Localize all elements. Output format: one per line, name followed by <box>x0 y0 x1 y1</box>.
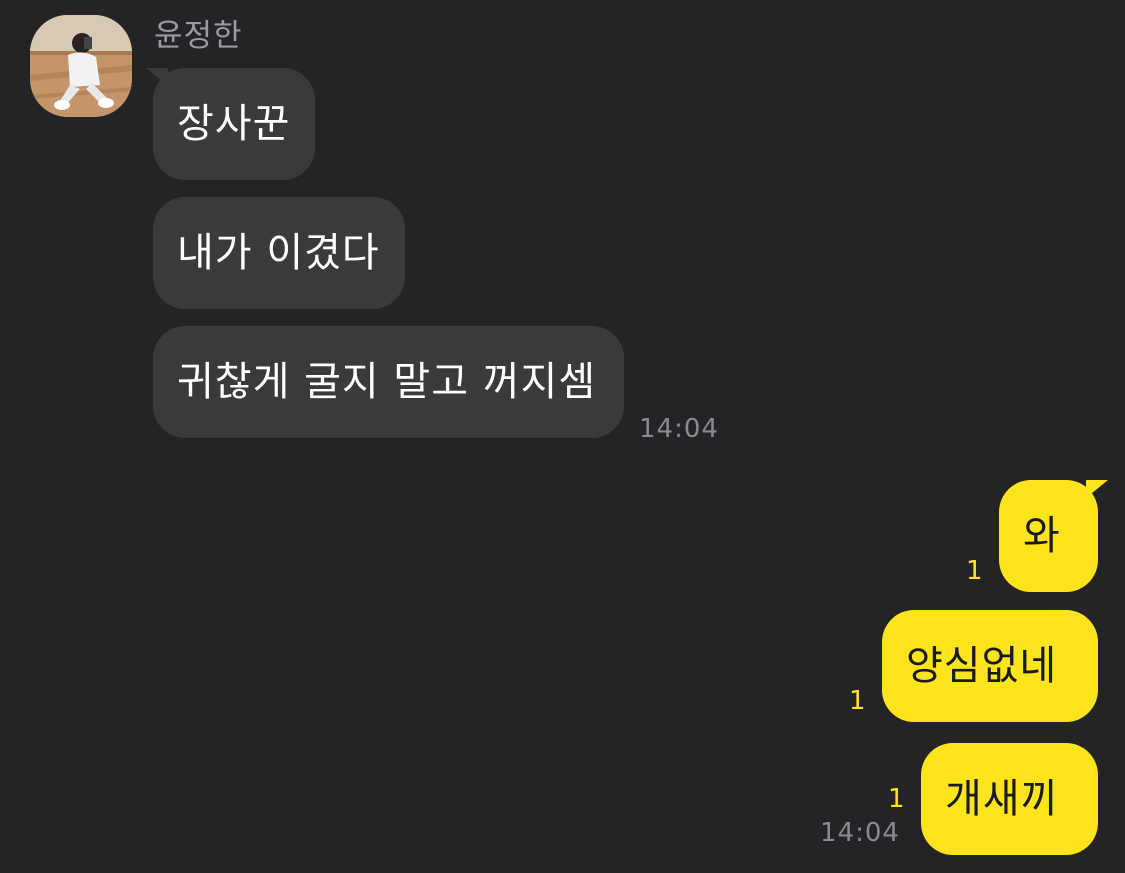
profile-photo <box>30 15 132 117</box>
incoming-message[interactable]: 장사꾼 <box>153 68 315 180</box>
incoming-message[interactable]: 귀찮게 굴지 말고 꺼지셈 <box>153 326 624 438</box>
incoming-message[interactable]: 내가 이겼다 <box>153 197 405 309</box>
outgoing-message[interactable]: 개새끼 <box>921 743 1098 855</box>
unread-count: 1 <box>966 556 983 586</box>
unread-count: 1 <box>888 784 905 814</box>
sender-name: 윤정한 <box>154 18 243 54</box>
outgoing-message[interactable]: 와 <box>999 480 1098 592</box>
chat-room: 윤정한 장사꾼 내가 이겼다 귀찮게 굴지 말고 꺼지셈 14:04 1 와 1… <box>0 0 1125 873</box>
unread-count: 1 <box>849 686 866 716</box>
message-timestamp: 14:04 <box>820 818 900 848</box>
avatar[interactable] <box>30 15 132 117</box>
outgoing-message[interactable]: 양심없네 <box>882 610 1098 722</box>
message-timestamp: 14:04 <box>639 414 719 444</box>
